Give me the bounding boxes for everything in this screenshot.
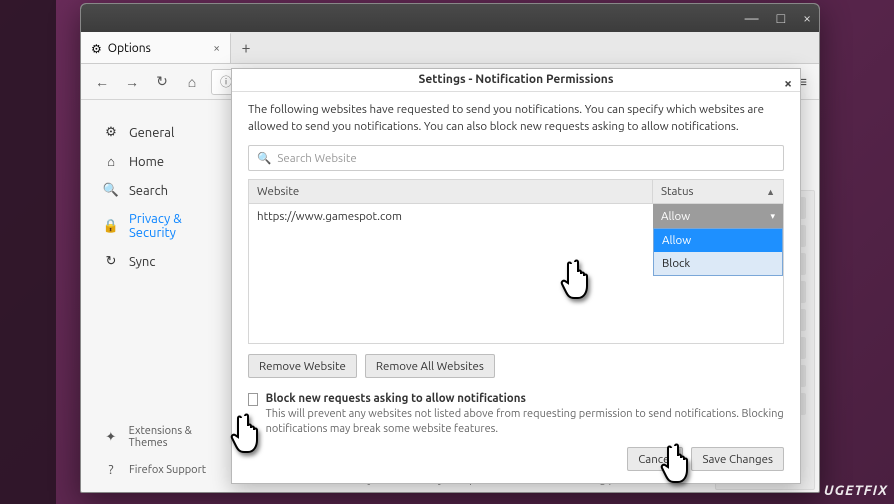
block-new-requests-checkbox[interactable]	[248, 393, 258, 406]
window-minimize-button[interactable]: —	[745, 10, 759, 26]
dialog-body: The following websites have requested to…	[232, 92, 800, 447]
window-maximize-button[interactable]: □	[777, 10, 785, 26]
search-website-input[interactable]: 🔍 Search Website	[248, 145, 784, 171]
permissions-table-header: Website Status ▲	[248, 179, 784, 204]
sidebar-item-label: Sync	[129, 255, 155, 269]
sidebar-item-label: Extensions & Themes	[129, 425, 231, 449]
sidebar-item-label: Firefox Support	[129, 464, 206, 476]
sidebar-item-search[interactable]: 🔍 Search	[103, 176, 231, 205]
firefox-window: — □ × ⚙ Options × + ← → ↻ ⌂ ⓘ Firefox	[80, 3, 820, 493]
status-dropdown[interactable]: Allow ▾ Allow Block	[653, 204, 783, 228]
desktop-background: — □ × ⚙ Options × + ← → ↻ ⌂ ⓘ Firefox	[0, 0, 894, 504]
search-icon: 🔍	[257, 151, 271, 165]
th-website[interactable]: Website	[249, 180, 653, 203]
puzzle-icon: ✦	[103, 430, 119, 445]
tab-close-button[interactable]: ×	[213, 42, 220, 55]
search-placeholder: Search Website	[277, 152, 356, 165]
sidebar-item-home[interactable]: ⌂ Home	[103, 147, 231, 176]
sidebar-item-support[interactable]: ? Firefox Support	[103, 456, 231, 484]
sidebar-item-extensions[interactable]: ✦ Extensions & Themes	[103, 418, 231, 456]
sidebar-item-privacy[interactable]: 🔒 Privacy & Security	[103, 205, 231, 247]
dialog-title-text: Settings - Notification Permissions	[419, 73, 614, 86]
th-status[interactable]: Status ▲	[653, 180, 783, 203]
preferences-sidebar: ⚙ General ⌂ Home 🔍 Search 🔒 Privacy & Se…	[81, 100, 231, 492]
block-new-requests-description: This will prevent any websites not liste…	[266, 407, 784, 437]
remove-all-websites-button[interactable]: Remove All Websites	[365, 354, 495, 378]
dialog-footer: Cancel Save Changes	[232, 447, 800, 483]
lock-icon: 🔒	[103, 219, 119, 234]
home-button[interactable]: ⌂	[181, 71, 203, 93]
help-icon: ?	[103, 463, 119, 477]
notification-permissions-dialog: Settings - Notification Permissions × Th…	[231, 68, 801, 484]
block-new-requests-label: Block new requests asking to allow notif…	[266, 392, 784, 405]
sidebar-item-label: Search	[129, 184, 168, 198]
chevron-down-icon: ▾	[770, 211, 775, 222]
status-value: Allow	[661, 210, 690, 223]
window-close-button[interactable]: ×	[803, 10, 811, 26]
save-changes-button[interactable]: Save Changes	[691, 447, 784, 471]
cell-website: https://www.gamespot.com	[249, 205, 653, 228]
ubuntu-launcher	[0, 0, 56, 504]
sidebar-item-general[interactable]: ⚙ General	[103, 118, 231, 147]
sidebar-item-label: Privacy & Security	[129, 212, 231, 240]
th-status-label: Status	[661, 185, 694, 198]
dialog-title: Settings - Notification Permissions ×	[232, 69, 800, 92]
gear-icon: ⚙	[103, 125, 119, 140]
gear-icon: ⚙	[91, 42, 102, 56]
tab-options[interactable]: ⚙ Options ×	[81, 32, 231, 63]
watermark: UGETFIX	[824, 482, 888, 498]
tab-strip: ⚙ Options × +	[81, 32, 819, 64]
window-titlebar: — □ ×	[81, 4, 819, 32]
reload-button[interactable]: ↻	[151, 71, 173, 93]
cell-status: Allow ▾ Allow Block	[653, 204, 783, 228]
permissions-table-body: https://www.gamespot.com Allow ▾ Allow B…	[248, 204, 784, 344]
home-icon: ⌂	[103, 154, 119, 169]
sidebar-item-label: Home	[129, 155, 164, 169]
block-new-requests-row: Block new requests asking to allow notif…	[248, 392, 784, 437]
table-row[interactable]: https://www.gamespot.com Allow ▾ Allow B…	[249, 204, 783, 228]
option-block[interactable]: Block	[654, 252, 782, 275]
sidebar-item-label: General	[129, 126, 174, 140]
remove-buttons-row: Remove Website Remove All Websites	[248, 354, 784, 378]
forward-button[interactable]: →	[121, 71, 143, 93]
sort-icon: ▲	[766, 187, 775, 197]
dialog-close-button[interactable]: ×	[784, 75, 792, 91]
new-tab-button[interactable]: +	[231, 32, 261, 63]
cancel-button[interactable]: Cancel	[627, 447, 683, 471]
search-icon: 🔍	[103, 183, 119, 198]
sync-icon: ↻	[103, 254, 119, 269]
back-button[interactable]: ←	[91, 71, 113, 93]
option-allow[interactable]: Allow	[654, 229, 782, 252]
tab-title: Options	[108, 42, 151, 55]
dialog-description: The following websites have requested to…	[248, 102, 784, 135]
status-dropdown-menu: Allow Block	[653, 228, 783, 276]
sidebar-item-sync[interactable]: ↻ Sync	[103, 247, 231, 276]
remove-website-button[interactable]: Remove Website	[248, 354, 357, 378]
dialog-layer: Settings - Notification Permissions × Th…	[231, 68, 801, 486]
